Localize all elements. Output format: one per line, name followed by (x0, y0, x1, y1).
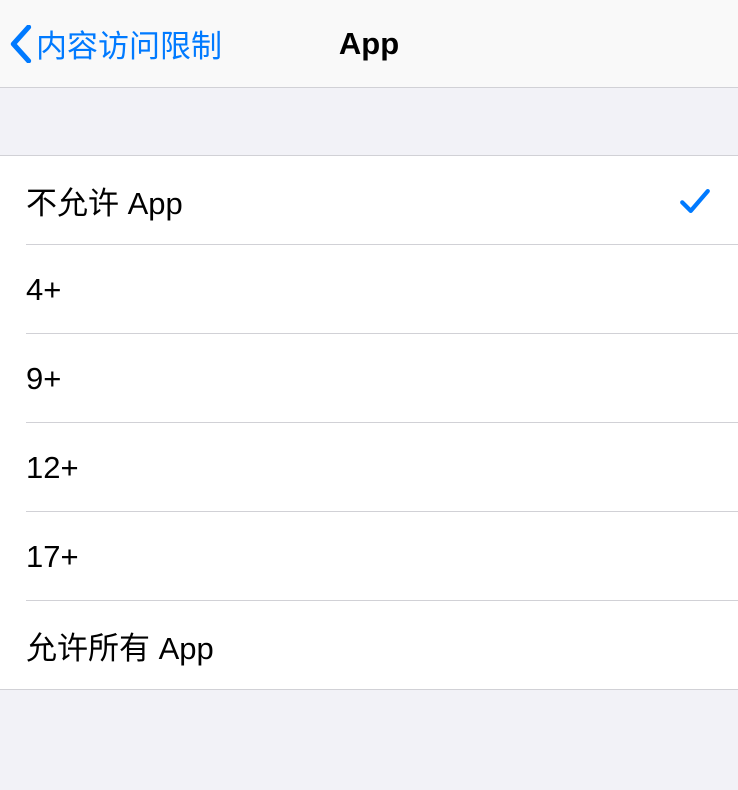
option-12plus[interactable]: 12+ (0, 423, 738, 512)
back-label: 内容访问限制 (36, 21, 222, 66)
chevron-left-icon (10, 25, 32, 63)
checkmark-icon (678, 184, 712, 218)
back-button[interactable]: 内容访问限制 (0, 21, 222, 66)
option-label: 允许所有 App (26, 623, 214, 668)
option-9plus[interactable]: 9+ (0, 334, 738, 423)
option-4plus[interactable]: 4+ (0, 245, 738, 334)
section-spacer (0, 88, 738, 156)
option-label: 17+ (26, 539, 79, 575)
option-label: 12+ (26, 450, 79, 486)
option-disallow-apps[interactable]: 不允许 App (0, 156, 738, 245)
option-label: 4+ (26, 272, 61, 308)
option-allow-all-apps[interactable]: 允许所有 App (0, 601, 738, 690)
options-list: 不允许 App 4+ 9+ 12+ 17+ (0, 156, 738, 690)
option-17plus[interactable]: 17+ (0, 512, 738, 601)
navigation-header: 内容访问限制 App (0, 0, 738, 88)
option-label: 9+ (26, 361, 61, 397)
option-label: 不允许 App (26, 178, 183, 223)
page-title: App (339, 26, 399, 62)
bottom-spacer (0, 690, 738, 790)
